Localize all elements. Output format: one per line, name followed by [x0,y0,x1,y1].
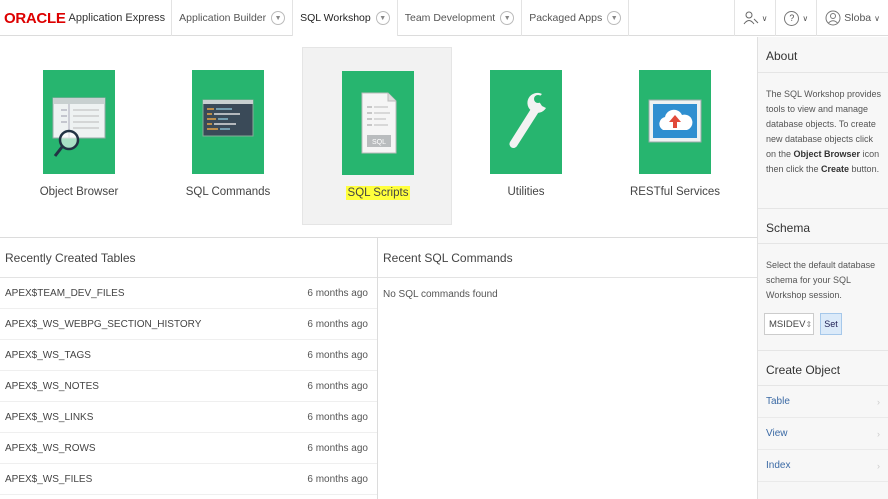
admin-menu-button[interactable]: ∨ [733,0,776,36]
svg-text:SQL: SQL [372,139,386,146]
tile-restful-services[interactable]: RESTful Services [600,47,750,225]
sql-commands-icon [202,99,254,137]
chevron-down-icon[interactable]: ▼ [271,11,286,25]
app-express-text: Application Express [68,12,166,24]
tab-label: Application Builder [179,12,267,24]
tile-icon-bg [43,70,115,174]
avatar-icon [825,10,841,26]
about-heading: About [758,37,888,73]
tab-label: Team Development [404,12,496,24]
recent-tables-panel: Recently Created Tables APEX$TEAM_DEV_FI… [0,237,378,499]
panel-title: Recently Created Tables [0,238,377,278]
about-text: The SQL Workshop provides tools to view … [766,89,882,174]
tab-label: SQL Workshop [300,12,371,24]
created-ago: 6 months ago [307,349,368,361]
user-menu-button[interactable]: Sloba ∨ [816,0,888,36]
chevron-down-icon: ∨ [874,13,880,23]
tile-sql-scripts[interactable]: SQL SQL Scripts [302,47,452,225]
user-admin-icon [743,11,758,25]
tile-label: SQL Commands [185,186,271,198]
create-object-heading: Create Object [758,350,888,386]
chevron-down-icon[interactable]: ▼ [607,11,622,25]
tile-label: Utilities [507,186,545,198]
oracle-logo-text: ORACLE [4,9,66,27]
table-name[interactable]: APEX$_WS_LINKS [5,412,93,423]
create-index-link[interactable]: Index › [758,450,888,482]
recent-sql-panel: Recent SQL Commands No SQL commands foun… [378,237,757,499]
updown-icon: ⇕ [805,319,813,329]
create-view-link[interactable]: View › [758,418,888,450]
tile-icon-bg [192,70,264,174]
created-ago: 6 months ago [307,318,368,330]
table-name[interactable]: APEX$_WS_ROWS [5,443,96,454]
schema-select[interactable]: MSIDEV ⇕ [764,313,814,335]
tile-sql-commands[interactable]: SQL Commands [153,47,303,225]
schema-heading: Schema [758,208,888,244]
table-name[interactable]: APEX$_WS_TAGS [5,350,91,361]
wrench-icon [509,92,546,149]
sql-scripts-icon: SQL [361,92,397,154]
table-name[interactable]: APEX$_WS_NOTES [5,381,99,392]
tile-icon-bg [490,70,562,174]
chevron-down-icon: ∨ [761,13,768,23]
top-right-tools: ∨ ? ∨ Sloba ∨ [733,0,888,36]
object-browser-icon [52,97,106,157]
tile-utilities[interactable]: Utilities [451,47,601,225]
cloud-upload-icon [648,99,702,143]
set-button[interactable]: Set [820,313,842,335]
panel-title: Recent SQL Commands [378,238,757,278]
chevron-right-icon: › [877,428,880,439]
table-name[interactable]: APEX$_WS_WEBPG_SECTION_HISTORY [5,319,201,330]
schema-selector-row: MSIDEV ⇕ Set [758,304,888,344]
top-navigation-bar: ORACLE Application Express Application B… [0,0,888,36]
tile-label: RESTful Services [629,186,721,198]
table-row[interactable]: APEX$_WS_NOTES 6 months ago [0,371,377,402]
right-sidebar: About The SQL Workshop provides tools to… [757,37,888,499]
tile-object-browser[interactable]: Object Browser [4,47,154,225]
highlighted-label: SQL Scripts [345,186,411,200]
tile-icon-bg: SQL [342,71,414,175]
help-icon: ? [784,10,800,26]
table-name[interactable]: APEX$TEAM_DEV_FILES [5,288,125,299]
created-ago: 6 months ago [307,442,368,454]
table-row[interactable]: APEX$_WS_WEBPG_SECTION_HISTORY 6 months a… [0,309,377,340]
schema-value: MSIDEV [769,318,806,330]
tab-label: Packaged Apps [529,12,603,24]
schema-text: Select the default database schema for y… [766,260,876,300]
table-row[interactable]: APEX$_WS_TAGS 6 months ago [0,340,377,371]
created-ago: 6 months ago [307,287,368,299]
tab-application-builder[interactable]: Application Builder ▼ [172,0,294,36]
tile-label: Object Browser [39,186,119,198]
tab-packaged-apps[interactable]: Packaged Apps ▼ [522,0,630,36]
tab-sql-workshop[interactable]: SQL Workshop ▼ [293,0,398,36]
user-name: Sloba [844,12,872,24]
created-ago: 6 months ago [307,380,368,392]
empty-message: No SQL commands found [383,289,498,300]
table-row[interactable]: APEX$_WS_FILES 6 months ago [0,464,377,495]
chevron-down-icon: ∨ [802,13,809,23]
table-row[interactable]: APEX$_WS_LINKS 6 months ago [0,402,377,433]
chevron-right-icon: › [877,460,880,471]
chevron-down-icon[interactable]: ▼ [375,11,390,25]
tile-icon-bg [639,70,711,174]
help-menu-button[interactable]: ? ∨ [775,0,816,36]
create-table-link[interactable]: Table › [758,386,888,418]
created-ago: 6 months ago [307,473,368,485]
table-row[interactable]: APEX$_WS_ROWS 6 months ago [0,433,377,464]
tile-label: SQL Scripts [303,186,453,200]
created-ago: 6 months ago [307,411,368,423]
table-name[interactable]: APEX$_WS_FILES [5,474,92,485]
chevron-down-icon[interactable]: ▼ [500,11,515,25]
tab-team-development[interactable]: Team Development ▼ [398,0,523,36]
apex-logo[interactable]: ORACLE Application Express [0,0,173,36]
workshop-tiles: Object Browser SQL Commands SQL SQL Scri… [0,37,757,236]
chevron-right-icon: › [877,396,880,407]
table-row[interactable]: APEX$TEAM_DEV_FILES 6 months ago [0,278,377,309]
